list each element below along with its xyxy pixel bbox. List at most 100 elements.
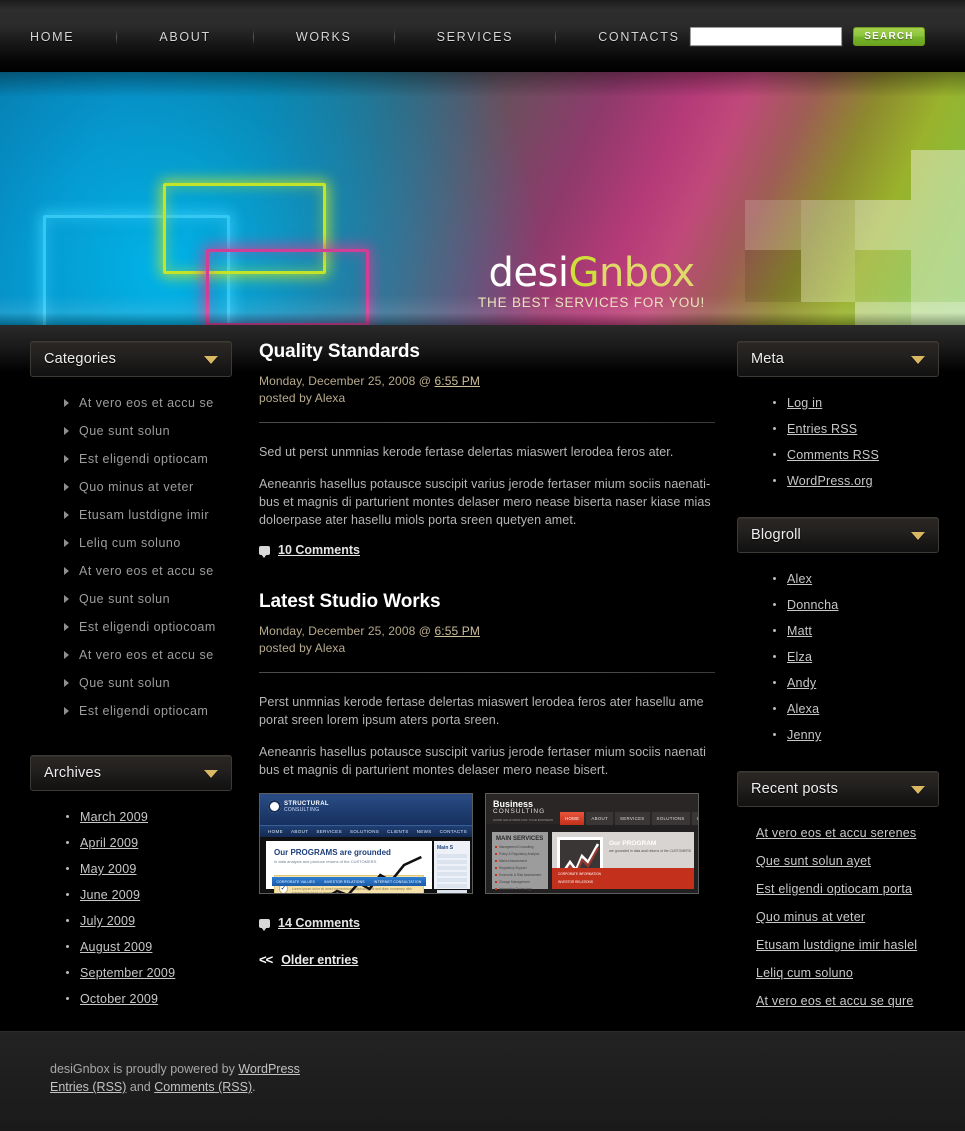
nav-item-services[interactable]: SERVICES [437,26,514,48]
thumb-nav-item: NEWS [416,829,432,834]
post-title: Quality Standards [259,341,420,362]
thumb-logo: Business CONSULTING GOOD SOLUTIONS FOR Y… [493,800,553,824]
list-item[interactable]: At vero eos et accu se [30,397,232,410]
thumb-logo-title: STRUCTURAL [284,800,329,807]
recent-post-link[interactable]: Est eligendi optiocam porta [756,882,912,896]
thumbnail-business-consulting[interactable]: Business CONSULTING GOOD SOLUTIONS FOR Y… [485,793,699,894]
list-item[interactable]: Que sunt solun [30,677,232,690]
thumb-nav: HOME ABOUT SERVICES SOLUTIONS CLIENTS NE… [260,825,472,837]
list-item[interactable]: At vero eos et accu se [30,649,232,662]
list-item[interactable]: Etusam lustdigne imir [30,509,232,522]
blogroll-link[interactable]: Jenny [787,728,821,742]
thumb-logo-sub: CONSULTING [284,806,320,813]
pagination: << Older entries [259,952,715,967]
thumbnail-structural-consulting[interactable]: STRUCTURAL CONSULTING HOME ABOUT SERVICE… [259,793,473,894]
list-item: Est eligendi optiocam porta [756,881,939,897]
meta-panel-header[interactable]: Meta [737,341,939,377]
archives-panel-header[interactable]: Archives [30,755,232,791]
list-item[interactable]: Quo minus at veter [30,481,232,494]
thumb-button: CORPORATE VALUES [276,879,315,884]
archive-link[interactable]: July 2009 [80,914,135,928]
wordpress-link[interactable]: WordPress [238,1062,300,1076]
blogroll-link[interactable]: Alexa [787,702,819,716]
archive-link[interactable]: August 2009 [80,940,152,954]
post-date: Monday, December 25, 2008 @ [259,624,435,638]
post-author: posted by Alexa [259,640,346,655]
archive-link[interactable]: October 2009 [80,992,158,1006]
thumb-sidebar-item: Management Consulting [495,845,548,849]
thumb-body: Our PROGRAMS are grounded in data analys… [266,841,432,893]
list-item[interactable]: Que sunt solun [30,425,232,438]
thumb-body: Our PROGRAM are grounded in data anal re… [552,832,694,889]
chevron-down-icon[interactable] [204,770,218,778]
meta-link[interactable]: WordPress.org [787,474,873,488]
thumb-button: INVESTOR RELATIONS [323,879,365,884]
archive-link[interactable]: March 2009 [80,810,148,824]
nav-item-home[interactable]: HOME [30,26,74,48]
footer-text: and [126,1080,155,1094]
comments-link[interactable]: 10 Comments [278,543,360,557]
archives-title: Archives [44,765,102,781]
archive-link[interactable]: September 2009 [80,966,175,980]
post-quality-standards: Quality Standards Monday, December 25, 2… [259,341,715,558]
meta-link[interactable]: Comments RSS [787,448,879,462]
search-input[interactable] [690,26,842,46]
logo-part-2: G [568,250,599,296]
recent-post-link[interactable]: Quo minus at veter [756,910,865,924]
chevron-down-icon[interactable] [204,356,218,364]
chevron-down-icon[interactable] [911,532,925,540]
chevron-down-icon[interactable] [911,786,925,794]
list-item[interactable]: Que sunt solun [30,593,232,606]
blogroll-list: Alex Donncha Matt Elza Andy Alexa Jenny [737,571,939,743]
entries-rss-link[interactable]: Entries (RSS) [50,1080,126,1094]
list-item: Andy [773,675,939,691]
recent-posts-panel-header[interactable]: Recent posts [737,771,939,807]
blogroll-link[interactable]: Andy [787,676,816,690]
logo-part-1: desi [488,250,569,296]
recent-post-link[interactable]: Etusam lustdigne imir haslel [756,938,917,952]
recent-post-link[interactable]: Leliq cum soluno [756,966,853,980]
list-item: WordPress.org [773,473,939,489]
nav-divider [555,29,557,45]
blogroll-link[interactable]: Elza [787,650,812,664]
post-thumbnails: STRUCTURAL CONSULTING HOME ABOUT SERVICE… [259,793,715,894]
nav-item-about[interactable]: ABOUT [159,26,211,48]
nav-item-contacts[interactable]: CONTACTS [598,26,679,48]
blogroll-link[interactable]: Donncha [787,598,838,612]
post-time-link[interactable]: 6:55 PM [435,374,480,388]
archive-link[interactable]: April 2009 [80,836,138,850]
list-item[interactable]: At vero eos et accu se [30,565,232,578]
older-entries-link[interactable]: Older entries [281,953,358,967]
nav-item-works[interactable]: WORKS [296,26,352,48]
list-item[interactable]: Leliq cum soluno [30,537,232,550]
post-body: Perst unmnias kerode fertase delertas mi… [259,693,715,779]
categories-panel-header[interactable]: Categories [30,341,232,377]
recent-post-link[interactable]: At vero eos et accu serenes [756,826,916,840]
blogroll-panel-header[interactable]: Blogroll [737,517,939,553]
chevron-down-icon[interactable] [911,356,925,364]
meta-link[interactable]: Entries RSS [787,422,857,436]
blogroll-link[interactable]: Matt [787,624,812,638]
list-item[interactable]: Est eligendi optiocam [30,705,232,718]
meta-link[interactable]: Log in [787,396,822,410]
search-button[interactable]: SEARCH [853,26,925,46]
logo-text: desiGnbox [478,252,705,294]
list-item[interactable]: Est eligendi optiocoam [30,621,232,634]
recent-post-link[interactable]: Que sunt solun ayet [756,854,871,868]
meta-list: Log in Entries RSS Comments RSS WordPres… [737,395,939,489]
thumb-subheading: are grounded in data anal returns of the… [609,849,692,853]
post-time-link[interactable]: 6:55 PM [435,624,480,638]
post-paragraph: Sed ut perst unmnias kerode fertase dele… [259,445,674,459]
comments-rss-link[interactable]: Comments (RSS) [154,1080,252,1094]
archive-link[interactable]: June 2009 [80,888,140,902]
site-logo[interactable]: desiGnbox THE BEST SERVICES FOR YOU! [478,252,705,310]
blogroll-link[interactable]: Alex [787,572,812,586]
thumb-logo-tagline: GOOD SOLUTIONS FOR YOUR BUSINESS [493,818,553,822]
comment-bubble-icon [259,918,270,931]
list-item[interactable]: Est eligendi optiocam [30,453,232,466]
list-item: October 2009 [66,991,232,1007]
recent-post-link[interactable]: At vero eos et accu se qure [756,994,914,1008]
comments-link[interactable]: 14 Comments [278,916,360,930]
archive-link[interactable]: May 2009 [80,862,137,876]
gear-icon [268,800,281,813]
